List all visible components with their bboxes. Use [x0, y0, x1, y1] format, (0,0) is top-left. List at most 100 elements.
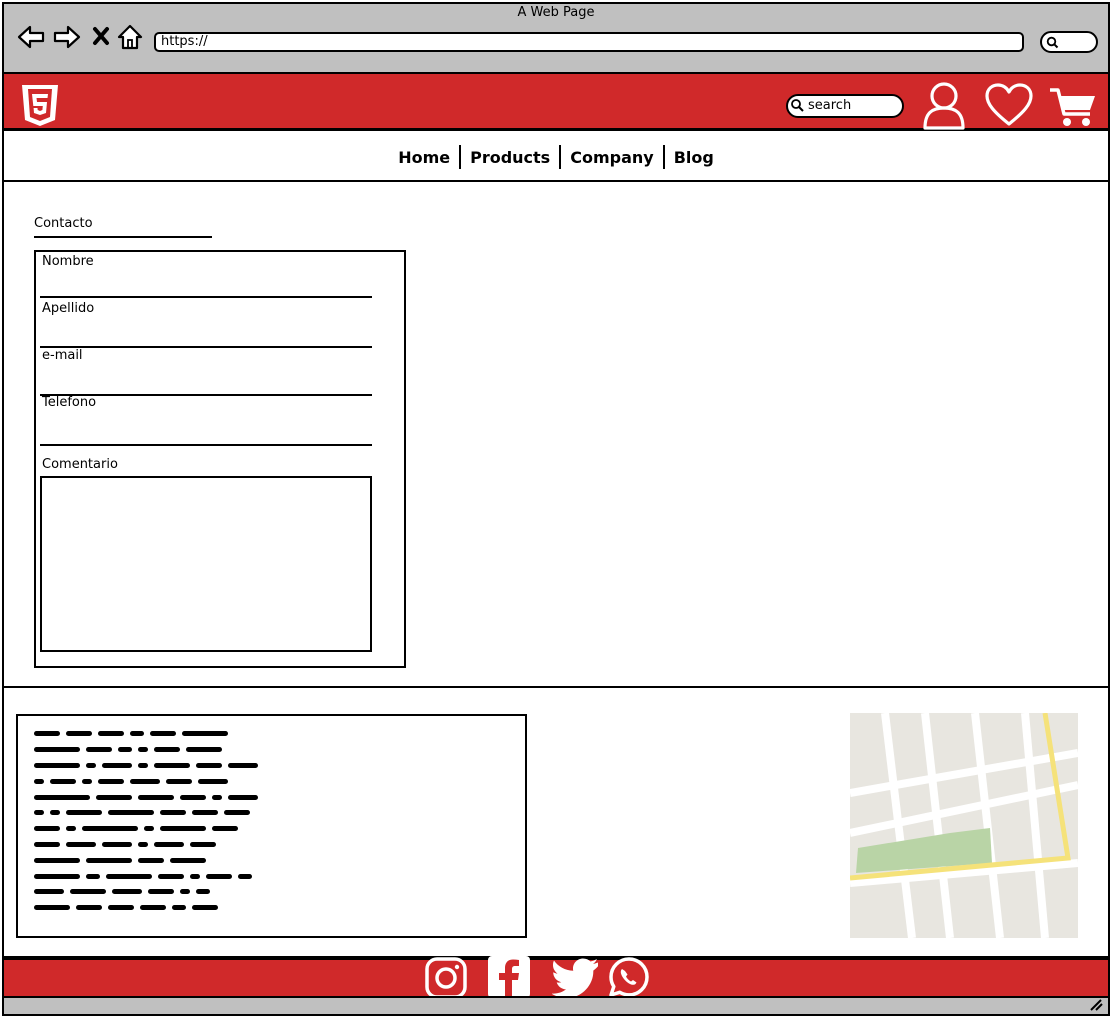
- scribble-line: [34, 773, 514, 789]
- scribble-word: [228, 762, 258, 768]
- scribble-word: [96, 794, 132, 800]
- scribble-word: [160, 826, 206, 832]
- forward-icon[interactable]: [52, 22, 82, 52]
- scribble-word: [172, 905, 186, 911]
- scribble-word: [102, 841, 132, 847]
- scribble-word: [86, 747, 112, 753]
- scribble-line: [34, 837, 514, 853]
- scribble-line: [34, 742, 514, 758]
- scribble-word: [206, 873, 232, 879]
- status-bar: [2, 996, 1110, 1016]
- scribble-word: [112, 889, 142, 895]
- scribble-word: [50, 778, 76, 784]
- scribble-word: [138, 794, 174, 800]
- scribble-word: [180, 794, 206, 800]
- facebook-icon[interactable]: [488, 956, 532, 998]
- scribble-word: [138, 857, 164, 863]
- scribble-word: [106, 873, 152, 879]
- scribble-word: [196, 889, 210, 895]
- search-icon: [1046, 36, 1059, 49]
- scribble-word: [130, 731, 144, 737]
- telefono-field[interactable]: [40, 444, 372, 446]
- scribble-word: [34, 826, 60, 832]
- url-bar[interactable]: https://: [154, 32, 1024, 52]
- close-icon[interactable]: [88, 22, 118, 52]
- scribble-word: [228, 794, 258, 800]
- scribble-word: [154, 762, 190, 768]
- scribble-word: [70, 889, 106, 895]
- scribble-word: [130, 778, 160, 784]
- scribble-word: [148, 889, 174, 895]
- scribble-word: [98, 731, 124, 737]
- scribble-word: [34, 857, 80, 863]
- html5-logo[interactable]: [20, 84, 60, 128]
- window-title: A Web Page: [517, 5, 595, 20]
- scribble-word: [118, 747, 132, 753]
- scribble-word: [154, 841, 184, 847]
- browser-search-field[interactable]: [1040, 31, 1098, 53]
- scribble-word: [108, 810, 154, 816]
- label-nombre: Nombre: [42, 254, 94, 269]
- nombre-field[interactable]: [40, 296, 372, 298]
- scribble-word: [192, 810, 218, 816]
- scribble-line: [34, 726, 514, 742]
- scribble-word: [166, 778, 192, 784]
- back-icon[interactable]: [16, 22, 46, 52]
- scribble-word: [34, 762, 80, 768]
- scribble-word: [192, 905, 218, 911]
- scribble-word: [182, 731, 228, 737]
- whatsapp-icon[interactable]: [607, 956, 651, 998]
- cart-icon[interactable]: [1048, 86, 1098, 128]
- title-underline: [34, 236, 212, 238]
- scribble-word: [82, 778, 92, 784]
- scribble-word: [66, 731, 92, 737]
- scribble-word: [190, 873, 200, 879]
- contact-title: Contacto: [34, 216, 93, 231]
- scribble-word: [186, 747, 222, 753]
- scribble-word: [34, 841, 60, 847]
- twitter-icon[interactable]: [552, 958, 598, 998]
- scribble-word: [66, 826, 76, 832]
- scribble-word: [160, 810, 186, 816]
- scribble-word: [50, 810, 60, 816]
- scribble-word: [158, 873, 184, 879]
- placeholder-text-block: [16, 714, 527, 938]
- scribble-word: [34, 747, 80, 753]
- scribble-line: [34, 758, 514, 774]
- menu-item-products[interactable]: Products: [461, 148, 559, 167]
- scribble-word: [154, 747, 180, 753]
- scribble-word: [66, 810, 102, 816]
- scribble-line: [34, 884, 514, 900]
- scribble-word: [190, 841, 216, 847]
- scribble-word: [108, 905, 134, 911]
- scribble-word: [198, 778, 228, 784]
- apellido-field[interactable]: [40, 346, 372, 348]
- label-comentario: Comentario: [42, 457, 118, 472]
- comentario-textarea[interactable]: [40, 476, 372, 652]
- home-icon[interactable]: [116, 22, 146, 52]
- scribble-line: [34, 852, 514, 868]
- scribble-word: [34, 905, 70, 911]
- scribble-word: [224, 810, 250, 816]
- user-icon[interactable]: [920, 80, 968, 130]
- menu-item-home[interactable]: Home: [389, 148, 459, 167]
- scribble-word: [102, 762, 132, 768]
- scribble-word: [34, 889, 64, 895]
- label-email: e-mail: [42, 348, 83, 363]
- scribble-word: [180, 889, 190, 895]
- scribble-word: [238, 873, 252, 879]
- scribble-word: [86, 762, 96, 768]
- heart-icon[interactable]: [984, 82, 1034, 128]
- scribble-word: [138, 762, 148, 768]
- menu-item-blog[interactable]: Blog: [665, 148, 723, 167]
- instagram-icon[interactable]: [424, 957, 468, 999]
- map-image[interactable]: [850, 713, 1078, 938]
- scribble-line: [34, 821, 514, 837]
- menu-item-company[interactable]: Company: [561, 148, 662, 167]
- resize-icon[interactable]: [1088, 998, 1104, 1012]
- scribble-word: [196, 762, 222, 768]
- scribble-word: [144, 826, 154, 832]
- scribble-word: [98, 778, 124, 784]
- label-apellido: Apellido: [42, 301, 95, 316]
- scribble-word: [34, 778, 44, 784]
